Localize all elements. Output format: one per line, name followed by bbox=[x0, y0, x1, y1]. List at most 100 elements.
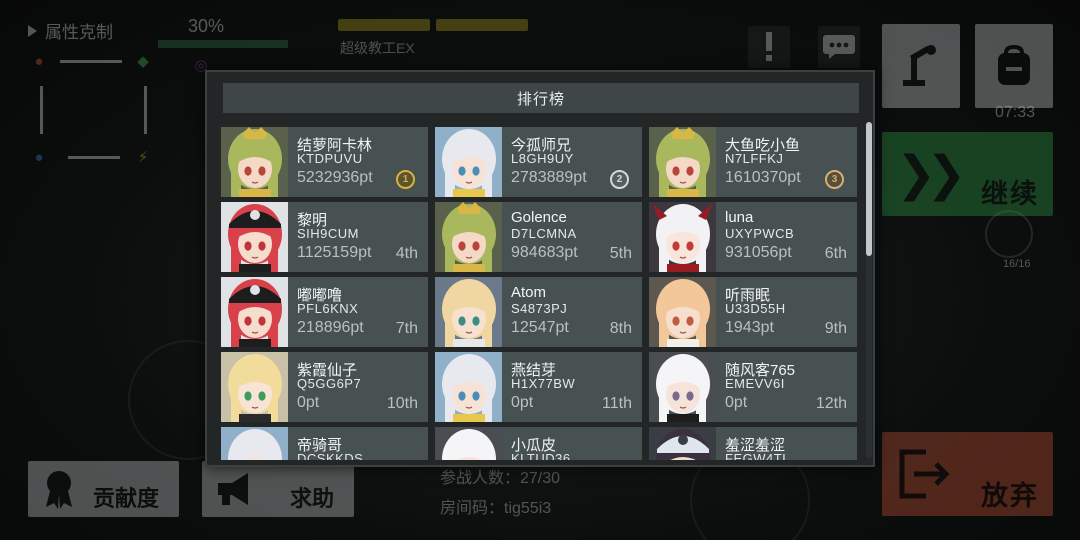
avatar-portrait bbox=[221, 277, 288, 347]
avatar-portrait bbox=[649, 202, 716, 272]
player-code: Q5GG6P7 bbox=[297, 376, 362, 391]
leaderboard-entry[interactable]: 大鱼吃小鱼 N7LFFKJ 1610370pt 3 bbox=[649, 127, 857, 197]
exclamation-icon bbox=[766, 32, 772, 61]
fire-icon: ● bbox=[34, 52, 44, 70]
contribution-button[interactable]: 贡献度 bbox=[28, 461, 179, 517]
player-avatar bbox=[435, 277, 502, 347]
room-code-text[interactable]: 房间码：tig55i3 bbox=[440, 494, 560, 524]
leaderboard-entry[interactable]: 结萝阿卡林 KTDPUVU 5232936pt 1 bbox=[221, 127, 428, 197]
attribute-restraint-label: 属性克制 bbox=[45, 23, 113, 42]
player-avatar bbox=[221, 127, 288, 197]
player-code: H1X77BW bbox=[511, 376, 576, 391]
leaderboard-entry[interactable]: 嘟嘟噜 PFL6KNX 218896pt 7th bbox=[221, 277, 428, 347]
player-points: 2783889pt bbox=[511, 169, 587, 186]
progress-pill bbox=[338, 19, 430, 31]
leaderboard-entry[interactable]: 紫霞仙子 Q5GG6P7 0pt 10th bbox=[221, 352, 428, 422]
player-points: 1943pt bbox=[725, 319, 774, 336]
player-rank: 9th bbox=[824, 320, 847, 337]
build-button[interactable] bbox=[882, 24, 960, 108]
help-button[interactable]: 求助 bbox=[202, 461, 354, 517]
rank-number: 3 bbox=[825, 170, 844, 189]
mission-bar: 超级教工EX bbox=[338, 18, 534, 56]
player-points: 12547pt bbox=[511, 319, 569, 336]
leaderboard-entry[interactable]: 今孤师兄 L8GH9UY 2783889pt 2 bbox=[435, 127, 642, 197]
leaderboard-dialog[interactable]: 排行榜 结萝阿卡林 KTDPUVU 5232936pt 1 今孤师兄 L8GH9UY 27… bbox=[205, 70, 875, 467]
chat-button[interactable] bbox=[818, 26, 860, 68]
leaderboard-entry[interactable]: luna UXYPWCB 931056pt 6th bbox=[649, 202, 857, 272]
leaderboard-scrollbar[interactable] bbox=[866, 122, 872, 458]
player-avatar bbox=[435, 127, 502, 197]
player-avatar bbox=[221, 352, 288, 422]
avatar-portrait bbox=[649, 127, 716, 197]
player-avatar bbox=[221, 202, 288, 272]
double-chevron-right-icon: ❯❯ bbox=[896, 148, 967, 201]
avatar-portrait bbox=[221, 352, 288, 422]
player-code: S4873PJ bbox=[511, 301, 568, 316]
player-points: 1125159pt bbox=[297, 244, 372, 261]
leaderboard-entry[interactable]: 羞涩羞涩 FEGW4TI bbox=[649, 427, 857, 460]
avatar-portrait bbox=[649, 427, 716, 460]
arrow-up-icon bbox=[40, 86, 43, 134]
participants-text: 参战人数：27/30 bbox=[440, 470, 561, 487]
help-label: 求助 bbox=[289, 486, 334, 511]
player-code: N7LFFKJ bbox=[725, 151, 784, 166]
player-points: 218896pt bbox=[297, 319, 364, 336]
continue-button[interactable]: ❯❯ 继续 bbox=[882, 132, 1053, 216]
player-code: D7LCMNA bbox=[511, 226, 577, 241]
player-code: UXYPWCB bbox=[725, 226, 795, 241]
leaderboard-list[interactable]: 结萝阿卡林 KTDPUVU 5232936pt 1 今孤师兄 L8GH9UY 278388… bbox=[221, 127, 863, 460]
avatar-portrait bbox=[435, 202, 502, 272]
give-up-button[interactable]: 放弃 bbox=[882, 432, 1053, 516]
player-rank: 4th bbox=[395, 245, 418, 262]
avatar-portrait bbox=[649, 277, 716, 347]
leaderboard-entry[interactable]: Atom S4873PJ 12547pt 8th bbox=[435, 277, 642, 347]
arrow-down-icon bbox=[144, 86, 147, 134]
play-icon bbox=[28, 25, 37, 37]
avatar-portrait bbox=[221, 202, 288, 272]
player-code: L8GH9UY bbox=[511, 151, 574, 166]
player-name: Atom bbox=[511, 284, 547, 301]
alert-button[interactable] bbox=[748, 26, 790, 68]
player-avatar bbox=[435, 352, 502, 422]
player-rank: 10th bbox=[386, 395, 418, 412]
avatar-portrait bbox=[435, 127, 502, 197]
boss-portrait bbox=[985, 210, 1033, 258]
player-name: Golence bbox=[511, 209, 567, 226]
lightning-icon: ⚡ bbox=[137, 149, 149, 166]
game-screen: 属性克制 30% ● ◆ ◎ ● ⚡ 超级教工EX 07:33 16/16 ❯❯… bbox=[0, 0, 1080, 540]
leaderboard-entry[interactable]: Golence D7LCMNA 984683pt 5th bbox=[435, 202, 642, 272]
player-points: 1610370pt bbox=[725, 169, 801, 186]
avatar-portrait bbox=[221, 427, 288, 460]
leaderboard-entry[interactable]: 燕结芽 H1X77BW 0pt 11th bbox=[435, 352, 642, 422]
progress-pill bbox=[436, 19, 528, 31]
leaderboard-entry[interactable]: 随风客765 EMEVV6I 0pt 12th bbox=[649, 352, 857, 422]
player-avatar bbox=[649, 352, 716, 422]
player-code: SIH9CUM bbox=[297, 226, 360, 241]
player-points: 0pt bbox=[297, 394, 320, 411]
player-avatar bbox=[435, 202, 502, 272]
player-code: EMEVV6I bbox=[725, 376, 785, 391]
player-avatar bbox=[649, 277, 716, 347]
give-up-label: 放弃 bbox=[981, 481, 1039, 511]
attribute-restraint-title[interactable]: 属性克制 bbox=[28, 18, 113, 43]
backpack-button[interactable] bbox=[975, 24, 1053, 108]
exit-icon bbox=[899, 449, 950, 499]
leaderboard-entry[interactable]: 黎明 SIH9CUM 1125159pt 4th bbox=[221, 202, 428, 272]
player-points: 984683pt bbox=[511, 244, 578, 261]
silver-medal-icon: 2 bbox=[610, 168, 630, 190]
gold-medal-icon: 1 bbox=[396, 168, 416, 190]
attribute-bar bbox=[158, 40, 288, 48]
player-avatar bbox=[435, 427, 502, 460]
leaderboard-title: 排行榜 bbox=[223, 83, 859, 113]
robot-arm-icon bbox=[903, 45, 936, 86]
leaderboard-entry[interactable]: 帝骑哥 DCSKKDS bbox=[221, 427, 428, 460]
player-code: KTDPUVU bbox=[297, 151, 363, 166]
player-avatar bbox=[649, 202, 716, 272]
leaderboard-entry[interactable]: 听雨眠 U33D55H 1943pt 9th bbox=[649, 277, 857, 347]
player-code: DCSKKDS bbox=[297, 451, 364, 460]
room-info: 参战人数：27/30 房间码：tig55i3 bbox=[440, 464, 560, 524]
leaf-icon: ◆ bbox=[137, 53, 149, 70]
player-rank: 12th bbox=[815, 395, 847, 412]
scrollbar-thumb[interactable] bbox=[866, 122, 872, 256]
leaderboard-entry[interactable]: 小瓜皮 KLTUD36 bbox=[435, 427, 642, 460]
